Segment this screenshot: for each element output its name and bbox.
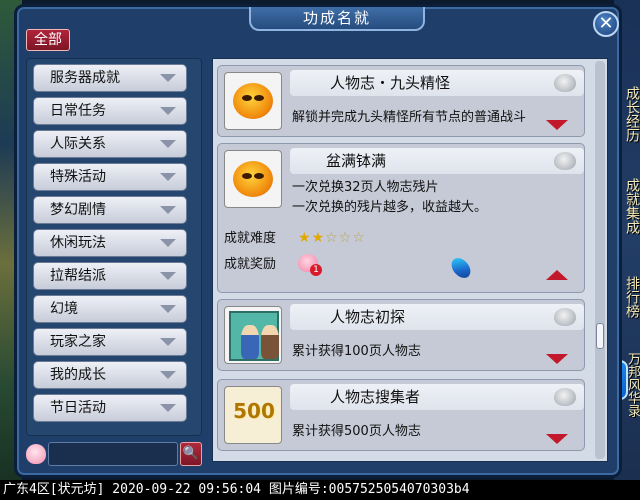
two-monks-icon [229, 311, 279, 361]
sidebar-item-home[interactable]: 玩家之家 [33, 328, 187, 356]
sidebar-item-label: 玩家之家 [50, 334, 106, 350]
sidebar-item-leisure[interactable]: 休闲玩法 [33, 229, 187, 257]
achievement-desc: 累计获得100页人物志 [292, 344, 421, 359]
reward-label: 成就奖励 [224, 257, 277, 272]
category-sidebar: 服务器成就 日常任务 人际关系 特殊活动 梦幻剧情 休闲玩法 拉帮结派 幻境 玩… [26, 58, 202, 436]
sidebar-item-label: 拉帮结派 [50, 268, 106, 284]
achievement-desc: 累计获得500页人物志 [292, 424, 421, 439]
sidebar-item-festival[interactable]: 节日活动 [33, 394, 187, 422]
side-tab-ranking[interactable]: 排行榜 [624, 276, 640, 318]
sidebar-item-label: 日常任务 [50, 103, 106, 119]
expand-arrow-icon[interactable] [546, 120, 568, 130]
star-filled-icon: ★ [298, 230, 312, 246]
sidebar-item-label: 特殊活动 [50, 169, 106, 185]
gray-peach-icon [554, 74, 576, 92]
gray-peach-icon [554, 308, 576, 326]
sidebar-item-label: 服务器成就 [50, 70, 120, 86]
sidebar-item-relations[interactable]: 人际关系 [33, 130, 187, 158]
scrollbar-thumb[interactable] [596, 323, 604, 349]
search-row: 🔍 [26, 442, 202, 466]
achievement-name: 人物志搜集者 [330, 388, 421, 406]
gray-peach-icon [554, 152, 576, 170]
expand-arrow-icon[interactable] [546, 434, 568, 444]
chevron-down-icon [160, 140, 176, 148]
icon-number-500: 500 [233, 399, 275, 423]
achievement-header: 人物志初探 [290, 304, 584, 330]
achievement-desc-line1: 一次兑换32页人物志残片 [292, 180, 439, 195]
status-bar: 广东4区[状元坊] 2020-09-22 09:56:04 图片编号:00575… [0, 480, 640, 500]
achievement-name: 人物志初探 [330, 308, 406, 326]
achievement-name: 人物志・九头精怪 [330, 74, 451, 92]
sidebar-item-guild[interactable]: 拉帮结派 [33, 262, 187, 290]
side-tab-collection[interactable]: 成就集成 [624, 178, 640, 234]
achievement-header: 人物志・九头精怪 [290, 70, 584, 96]
peach-icon [26, 444, 46, 464]
star-filled-icon: ★ [311, 230, 326, 246]
side-tab-growth[interactable]: 成长经历 [624, 86, 640, 142]
sidebar-item-label: 节日活动 [50, 400, 106, 416]
achievement-card[interactable]: 人物志初探 累计获得100页人物志 [217, 299, 585, 371]
achievement-icon-frame: 500 [224, 386, 282, 444]
chevron-down-icon [160, 173, 176, 181]
achievement-desc: 解锁并完成九头精怪所有节点的普通战斗 [292, 110, 527, 125]
angry-orange-face-icon [233, 83, 273, 119]
chevron-down-icon [160, 239, 176, 247]
angry-orange-face-icon [233, 161, 273, 197]
achievement-name: 盆满钵满 [326, 152, 387, 170]
achievement-icon-frame [224, 306, 282, 364]
search-input[interactable] [48, 442, 178, 466]
sidebar-item-label: 人际关系 [50, 136, 106, 152]
sidebar-item-special[interactable]: 特殊活动 [33, 163, 187, 191]
chevron-down-icon [160, 74, 176, 82]
difficulty-stars: ★★☆☆☆ [298, 230, 366, 246]
achievement-list: 人物志・九头精怪 解锁并完成九头精怪所有节点的普通战斗 盆满钵满 一次兑换32页… [212, 58, 608, 462]
close-button[interactable]: ✕ [593, 11, 619, 37]
expand-arrow-icon[interactable] [546, 354, 568, 364]
achievement-desc-line2: 一次兑换的残片越多，收益越大。 [292, 200, 488, 215]
panel-title: 功成名就 [249, 7, 425, 31]
sidebar-item-growth[interactable]: 我的成长 [33, 361, 187, 389]
achievement-header: 人物志搜集者 [290, 384, 584, 410]
chevron-down-icon [160, 107, 176, 115]
sidebar-item-illusion[interactable]: 幻境 [33, 295, 187, 323]
sidebar-item-story[interactable]: 梦幻剧情 [33, 196, 187, 224]
achievement-card[interactable]: 盆满钵满 一次兑换32页人物志残片 一次兑换的残片越多，收益越大。 成就难度 ★… [217, 143, 585, 293]
chevron-down-icon [160, 305, 176, 313]
sidebar-item-label: 休闲玩法 [50, 235, 106, 251]
achievement-header: 盆满钵满 [290, 148, 584, 174]
achievement-card[interactable]: 人物志・九头精怪 解锁并完成九头精怪所有节点的普通战斗 [217, 65, 585, 137]
reward-count-badge: 1 [310, 264, 322, 276]
sidebar-item-server[interactable]: 服务器成就 [33, 64, 187, 92]
chevron-down-icon [160, 404, 176, 412]
sidebar-item-label: 梦幻剧情 [50, 202, 106, 218]
sidebar-item-label: 我的成长 [50, 367, 106, 383]
gray-peach-icon [554, 388, 576, 406]
achievement-icon-frame [224, 72, 282, 130]
all-filter-button[interactable]: 全部 [26, 29, 70, 51]
sidebar-item-daily[interactable]: 日常任务 [33, 97, 187, 125]
sidebar-item-label: 幻境 [50, 301, 78, 317]
chevron-down-icon [160, 338, 176, 346]
collapse-arrow-icon[interactable] [546, 270, 568, 280]
star-empty-icon: ☆ [338, 230, 353, 246]
chevron-down-icon [160, 206, 176, 214]
star-empty-icon: ☆ [352, 230, 366, 246]
list-scrollbar[interactable] [595, 61, 605, 459]
blue-gem-icon [447, 255, 475, 281]
chevron-down-icon [160, 371, 176, 379]
difficulty-label: 成就难度 [224, 231, 277, 246]
star-empty-icon: ☆ [325, 230, 339, 246]
achievement-icon-frame [224, 150, 282, 208]
chevron-down-icon [160, 272, 176, 280]
achievement-card[interactable]: 500 人物志搜集者 累计获得500页人物志 [217, 379, 585, 451]
search-button[interactable]: 🔍 [180, 442, 202, 466]
